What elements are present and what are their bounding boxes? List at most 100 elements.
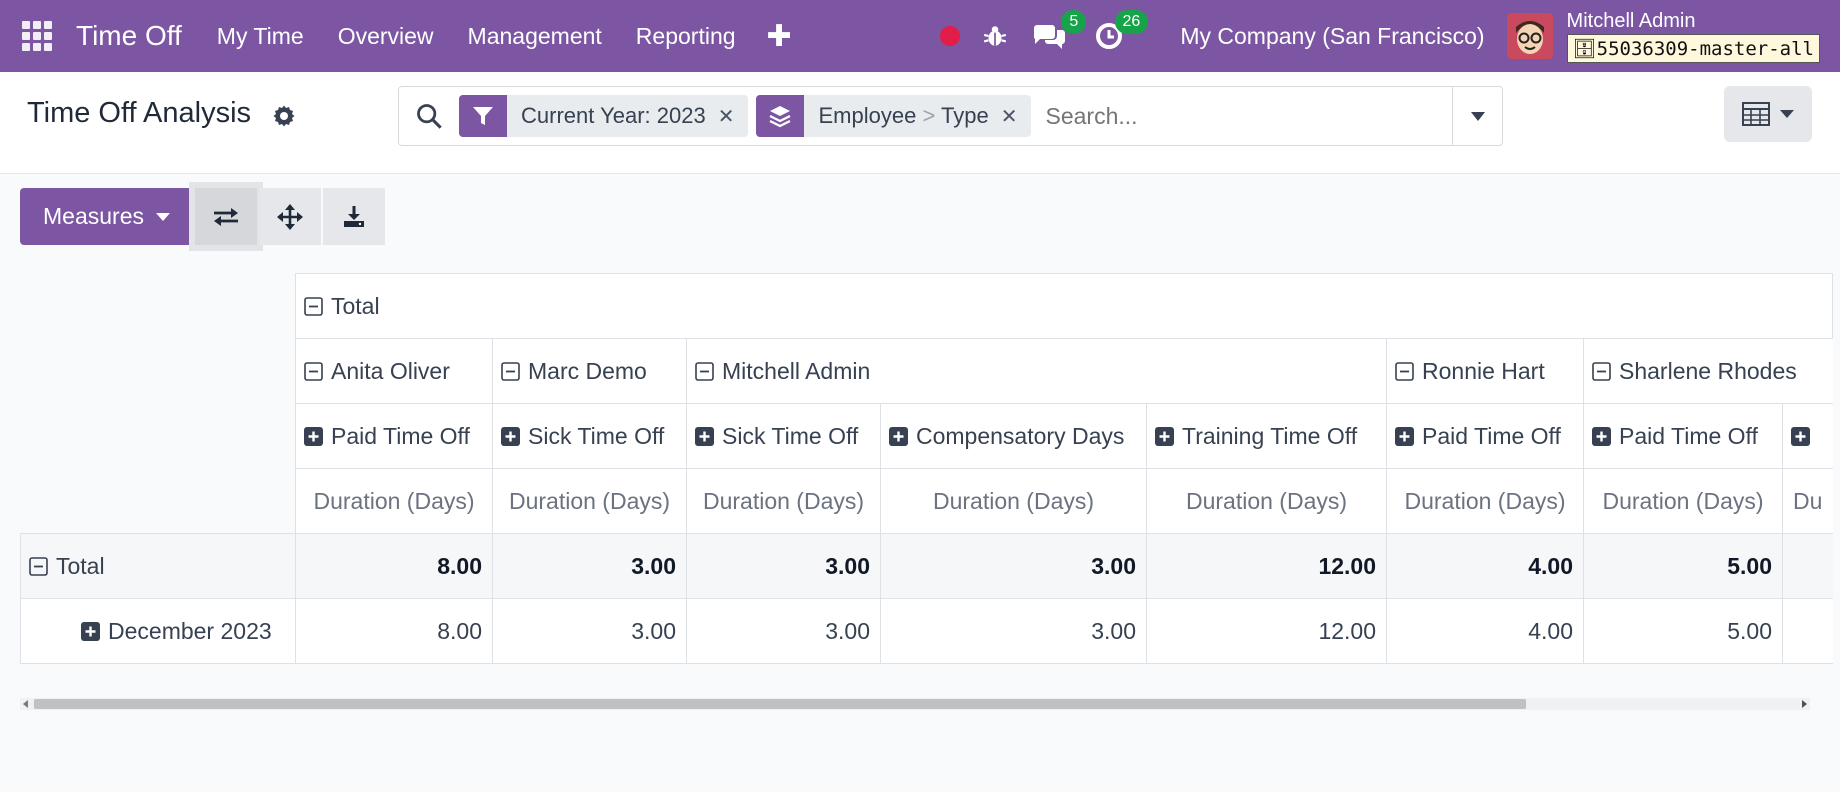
top-navbar: Time Off My Time Overview Management Rep…: [0, 0, 1840, 72]
col-header-type[interactable]: [1782, 403, 1833, 469]
table-icon: [1742, 102, 1770, 126]
avatar[interactable]: [1506, 13, 1553, 59]
search-bar: Current Year: 2023 ✕ Employee > Type ✕: [398, 86, 1503, 146]
employee-label: Anita Oliver: [331, 357, 450, 384]
col-header-total-label: Total: [331, 292, 380, 319]
scroll-right-icon[interactable]: [1802, 700, 1807, 708]
col-header-total[interactable]: Total: [295, 273, 1833, 339]
remove-groupby-icon[interactable]: ✕: [1001, 104, 1032, 129]
pivot-cell[interactable]: 12.00: [1146, 598, 1387, 664]
col-header-type[interactable]: Sick Time Off: [686, 403, 881, 469]
download-button[interactable]: [323, 188, 385, 245]
row-header-total[interactable]: Total: [20, 533, 296, 599]
row-header-label: December 2023: [108, 617, 272, 644]
horizontal-scrollbar[interactable]: [20, 694, 1810, 714]
pivot-cell[interactable]: 3.00: [686, 533, 881, 599]
caret-down-icon: [1780, 110, 1794, 118]
collapse-icon: [501, 361, 520, 381]
expand-icon: [501, 426, 520, 446]
measures-button[interactable]: Measures: [20, 188, 193, 245]
pivot-cell[interactable]: 5.00: [1583, 598, 1783, 664]
search-input[interactable]: [1039, 96, 1452, 136]
pivot-toolbar: [189, 182, 385, 251]
bug-icon[interactable]: [982, 23, 1008, 49]
filter-facet[interactable]: Current Year: 2023 ✕: [459, 95, 749, 137]
groupby-facet[interactable]: Employee > Type ✕: [756, 95, 1032, 137]
pivot-cell[interactable]: 8.00: [295, 598, 493, 664]
pivot-corner: [21, 404, 296, 469]
measure-header[interactable]: Du: [1782, 468, 1833, 534]
measure-header[interactable]: Duration (Days): [686, 468, 881, 534]
type-label: Paid Time Off: [1619, 422, 1758, 449]
messages-button[interactable]: 5: [1032, 10, 1087, 51]
apps-menu-icon[interactable]: [22, 21, 52, 51]
col-header-type[interactable]: Training Time Off: [1146, 403, 1387, 469]
type-label: Sick Time Off: [722, 422, 859, 449]
collapse-icon: [304, 296, 323, 316]
table-row: December 2023 8.00 3.00 3.00 3.00 12.00 …: [20, 598, 1833, 664]
gear-icon[interactable]: [272, 104, 296, 128]
control-panel: Time Off Analysis Current Year: 2023 ✕ E…: [0, 72, 1840, 174]
menu-my-time[interactable]: My Time: [217, 23, 304, 50]
type-label: Compensatory Days: [916, 422, 1125, 449]
col-header-type[interactable]: Paid Time Off: [295, 403, 493, 469]
pivot-cell[interactable]: 8.00: [295, 533, 493, 599]
measure-header[interactable]: Duration (Days): [1146, 468, 1387, 534]
pivot-cell[interactable]: [1782, 533, 1833, 599]
col-header-employee[interactable]: Anita Oliver: [295, 338, 493, 404]
pivot-cell[interactable]: 12.00: [1146, 533, 1387, 599]
company-switcher[interactable]: My Company (San Francisco): [1180, 23, 1484, 50]
col-header-type[interactable]: Sick Time Off: [492, 403, 687, 469]
menu-management[interactable]: Management: [468, 23, 602, 50]
pivot-cell[interactable]: 4.00: [1386, 598, 1584, 664]
pivot-cell[interactable]: [1782, 598, 1833, 664]
pivot-cell[interactable]: 5.00: [1583, 533, 1783, 599]
expand-all-button[interactable]: [259, 188, 321, 245]
app-name[interactable]: Time Off: [76, 20, 182, 52]
col-header-type[interactable]: Paid Time Off: [1386, 403, 1584, 469]
pivot-cell[interactable]: 3.00: [492, 598, 687, 664]
col-header-type[interactable]: Compensatory Days: [880, 403, 1147, 469]
measure-header[interactable]: Duration (Days): [295, 468, 493, 534]
pivot-cell[interactable]: 3.00: [880, 533, 1147, 599]
download-icon: [344, 205, 364, 227]
page-title: Time Off Analysis: [27, 97, 252, 129]
col-header-type[interactable]: Paid Time Off: [1583, 403, 1783, 469]
employee-label: Marc Demo: [528, 357, 647, 384]
col-header-employee[interactable]: Marc Demo: [492, 338, 687, 404]
add-icon[interactable]: ✚: [767, 19, 792, 54]
search-icon[interactable]: [415, 102, 443, 130]
collapse-icon: [695, 361, 714, 381]
activities-button[interactable]: 26: [1094, 10, 1149, 51]
pivot-cell[interactable]: 4.00: [1386, 533, 1584, 599]
measure-header[interactable]: Duration (Days): [1583, 468, 1783, 534]
menu-reporting[interactable]: Reporting: [636, 23, 736, 50]
menu-overview[interactable]: Overview: [338, 23, 434, 50]
expand-icon: [81, 621, 100, 641]
measure-header[interactable]: Duration (Days): [492, 468, 687, 534]
scrollbar-thumb[interactable]: [34, 699, 1526, 709]
pivot-cell[interactable]: 3.00: [492, 533, 687, 599]
database-tag: 🗄55036309-master-all: [1566, 33, 1820, 63]
expand-icon: [695, 426, 714, 446]
expand-icon: [889, 426, 908, 446]
groupby-facet-label: Employee > Type: [804, 103, 1000, 129]
col-header-employee[interactable]: Ronnie Hart: [1386, 338, 1584, 404]
pivot-cell[interactable]: 3.00: [880, 598, 1147, 664]
row-header-month[interactable]: December 2023: [20, 598, 296, 664]
search-options-toggle[interactable]: [1452, 87, 1502, 145]
employee-label: Sharlene Rhodes: [1619, 357, 1797, 384]
measure-header[interactable]: Duration (Days): [880, 468, 1147, 534]
pivot-cell[interactable]: 3.00: [686, 598, 881, 664]
pivot-corner: [21, 274, 296, 339]
scroll-left-icon[interactable]: [23, 700, 28, 708]
flip-axis-button[interactable]: [189, 182, 263, 251]
type-label: Paid Time Off: [331, 422, 470, 449]
col-header-employee[interactable]: Sharlene Rhodes: [1583, 338, 1833, 404]
user-name[interactable]: Mitchell Admin: [1567, 10, 1820, 32]
pivot-view-button[interactable]: [1724, 86, 1812, 142]
remove-filter-icon[interactable]: ✕: [718, 104, 749, 129]
col-header-employee[interactable]: Mitchell Admin: [686, 338, 1387, 404]
measure-header[interactable]: Duration (Days): [1386, 468, 1584, 534]
record-icon[interactable]: [940, 26, 961, 46]
